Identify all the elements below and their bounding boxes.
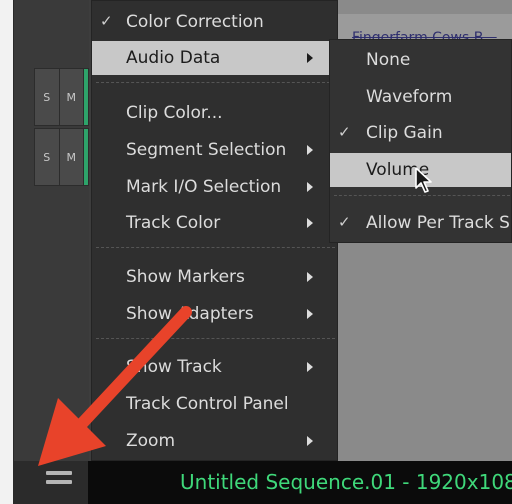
menu-item-label: Allow Per Track S [366, 213, 510, 233]
submenu-arrow-icon [307, 309, 313, 319]
track-selected-indicator [84, 129, 88, 185]
menu-separator [96, 247, 335, 248]
mouse-pointer-icon [415, 167, 432, 193]
annotation-arrow-icon [38, 306, 192, 466]
menu-item-label: Audio Data [126, 48, 221, 68]
submenu-item-clip-gain[interactable]: ✓ Clip Gain [330, 116, 511, 150]
submenu-item-allow-per-track[interactable]: ✓ Allow Per Track S [330, 206, 511, 240]
track-header-a1: S M [34, 68, 89, 126]
check-icon: ✓ [100, 12, 113, 30]
track-header-a2: S M [34, 128, 89, 186]
menu-item-color-correction[interactable]: ✓ Color Correction [92, 5, 337, 39]
menu-item-mark-io-selection[interactable]: Mark I/O Selection [92, 170, 337, 204]
menu-item-track-color[interactable]: Track Color [92, 206, 337, 240]
mute-button[interactable]: M [60, 69, 85, 125]
submenu-item-waveform[interactable]: Waveform [330, 80, 511, 114]
check-icon: ✓ [338, 123, 351, 141]
menu-item-segment-selection[interactable]: Segment Selection [92, 133, 337, 167]
menu-item-audio-data[interactable]: Audio Data [92, 41, 337, 75]
sequence-title: Untitled Sequence.01 - 1920x108 [180, 470, 512, 494]
hamburger-menu-icon[interactable] [46, 471, 72, 493]
menu-item-label: Waveform [366, 87, 453, 107]
menu-item-label: Mark I/O Selection [126, 177, 282, 197]
menu-separator [96, 82, 335, 83]
menu-item-label: Segment Selection [126, 140, 287, 160]
check-icon: ✓ [338, 213, 351, 231]
solo-button[interactable]: S [35, 69, 60, 125]
menu-item-label: Track Color [126, 213, 221, 233]
submenu-arrow-icon [307, 218, 313, 228]
submenu-arrow-icon [307, 145, 313, 155]
submenu-arrow-icon [307, 53, 313, 63]
menu-item-label: Color Correction [126, 12, 264, 32]
submenu-arrow-icon [307, 436, 313, 446]
menu-item-label: None [366, 50, 411, 70]
audio-data-submenu: None Waveform ✓ Clip Gain Volume ✓ Allow… [329, 39, 512, 243]
submenu-arrow-icon [307, 362, 313, 372]
submenu-arrow-icon [307, 182, 313, 192]
menu-item-clip-color[interactable]: Clip Color... [92, 96, 337, 130]
track-selected-indicator [84, 69, 88, 125]
menu-item-label: Clip Color... [126, 103, 223, 123]
solo-button[interactable]: S [35, 129, 60, 185]
submenu-arrow-icon [307, 272, 313, 282]
submenu-item-none[interactable]: None [330, 43, 511, 77]
mute-button[interactable]: M [60, 129, 85, 185]
menu-item-label: Show Markers [126, 267, 245, 287]
menu-item-label: Clip Gain [366, 123, 443, 143]
menu-item-show-markers[interactable]: Show Markers [92, 260, 337, 294]
